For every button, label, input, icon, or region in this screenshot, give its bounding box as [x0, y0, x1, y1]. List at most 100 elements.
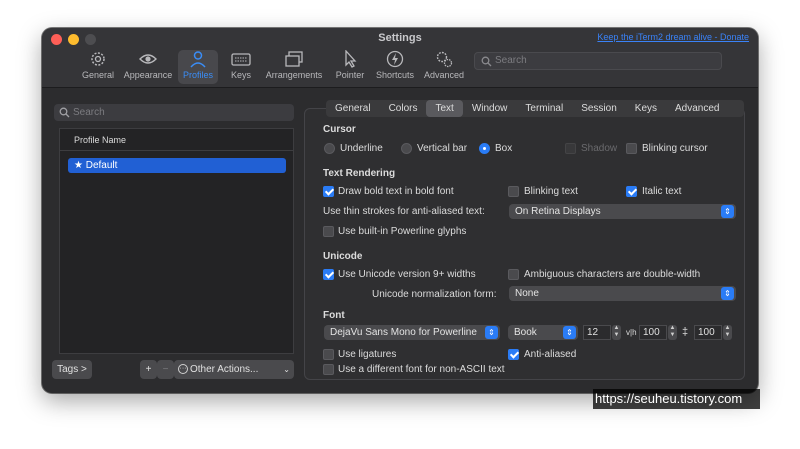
- normalization-value: None: [515, 288, 539, 299]
- italic-text-checkbox[interactable]: [626, 186, 637, 197]
- powerline-checkbox[interactable]: [323, 226, 334, 237]
- toolbar-appearance[interactable]: Appearance: [122, 50, 174, 84]
- add-profile-button[interactable]: +: [140, 360, 157, 379]
- eye-icon: [139, 54, 157, 64]
- toolbar-pointer[interactable]: Pointer: [332, 50, 368, 84]
- normalization-select[interactable]: None ⇕: [509, 286, 736, 301]
- thin-strokes-value: On Retina Displays: [515, 206, 601, 217]
- tab-window[interactable]: Window: [463, 100, 517, 117]
- non-ascii-font-label: Use a different font for non-ASCII text: [338, 364, 505, 375]
- vertical-spacing-input[interactable]: 100: [694, 325, 722, 340]
- box-radio[interactable]: [479, 143, 490, 154]
- toolbar-general[interactable]: General: [80, 50, 116, 84]
- font-weight-select[interactable]: Book ⇕: [508, 325, 578, 340]
- anti-aliased-label: Anti-aliased: [524, 349, 577, 360]
- blinking-cursor-label: Blinking cursor: [642, 143, 708, 154]
- other-actions-label: Other Actions...: [190, 364, 259, 375]
- keyboard-icon: [231, 53, 251, 66]
- blinking-text-checkbox[interactable]: [508, 186, 519, 197]
- tags-button[interactable]: Tags >: [52, 360, 92, 379]
- vertical-bar-radio[interactable]: [401, 143, 412, 154]
- font-family-select[interactable]: DejaVu Sans Mono for Powerline ⇕: [324, 325, 500, 340]
- underline-radio[interactable]: [324, 143, 335, 154]
- anti-aliased-checkbox[interactable]: [508, 349, 519, 360]
- text-rendering-heading: Text Rendering: [323, 168, 396, 179]
- tab-general[interactable]: General: [326, 100, 380, 117]
- updown-chevron-icon: ⇕: [721, 205, 734, 218]
- remove-profile-button[interactable]: −: [157, 360, 174, 379]
- toolbar-arrangements[interactable]: Arrangements: [264, 50, 324, 84]
- vertical-spacing-icon: ‡: [682, 326, 689, 338]
- powerline-label: Use built-in Powerline glyphs: [338, 226, 467, 237]
- font-size-input[interactable]: 12: [583, 325, 611, 340]
- vertical-bar-label: Vertical bar: [417, 143, 468, 154]
- gear-icon: [91, 52, 105, 66]
- profile-search-input[interactable]: Search: [54, 104, 294, 121]
- gears-icon: [436, 51, 453, 68]
- search-icon: [481, 56, 492, 67]
- donate-link[interactable]: Keep the iTerm2 dream alive - Donate: [597, 32, 749, 42]
- search-placeholder: Search: [73, 107, 105, 118]
- tab-terminal[interactable]: Terminal: [516, 100, 572, 117]
- ligatures-checkbox[interactable]: [323, 349, 334, 360]
- underline-label: Underline: [340, 143, 383, 154]
- unicode-9-checkbox[interactable]: [323, 269, 334, 280]
- tab-advanced[interactable]: Advanced: [666, 100, 728, 117]
- bold-font-checkbox[interactable]: [323, 186, 334, 197]
- settings-window: Settings Keep the iTerm2 dream alive - D…: [42, 28, 758, 393]
- tab-colors[interactable]: Colors: [380, 100, 427, 117]
- cursor-heading: Cursor: [323, 124, 356, 135]
- toolbar-label: Profiles: [182, 70, 213, 80]
- profile-name-header[interactable]: Profile Name: [60, 129, 293, 151]
- font-size-stepper[interactable]: ▲ ▼: [612, 325, 621, 340]
- toolbar-profiles[interactable]: Profiles: [178, 50, 218, 84]
- chevron-down-icon: ⌄: [283, 365, 290, 374]
- toolbar-search-input[interactable]: Search: [474, 52, 722, 70]
- toolbar-advanced[interactable]: Advanced: [422, 50, 466, 84]
- thin-strokes-select[interactable]: On Retina Displays ⇕: [509, 204, 736, 219]
- toolbar-label: General: [81, 70, 115, 80]
- tab-session[interactable]: Session: [572, 100, 626, 117]
- box-label: Box: [495, 143, 513, 154]
- toolbar-label: Pointer: [335, 70, 365, 80]
- font-family-value: DejaVu Sans Mono for Powerline: [330, 327, 477, 338]
- profile-list: Profile Name ★ Default: [59, 128, 294, 354]
- updown-chevron-icon: ⇕: [721, 287, 734, 300]
- windows-icon: [285, 51, 303, 67]
- titlebar: Settings Keep the iTerm2 dream alive - D…: [42, 28, 758, 88]
- vertical-spacing-stepper[interactable]: ▲ ▼: [723, 325, 732, 340]
- shadow-checkbox[interactable]: [565, 143, 576, 154]
- profile-tabs: General Colors Text Window Terminal Sess…: [326, 100, 729, 117]
- font-heading: Font: [323, 310, 345, 321]
- other-actions-button[interactable]: ··· Other Actions... ⌄: [174, 360, 294, 379]
- bolt-icon: [386, 50, 404, 68]
- ambiguous-width-checkbox[interactable]: [508, 269, 519, 280]
- tab-text[interactable]: Text: [426, 100, 463, 117]
- tab-keys[interactable]: Keys: [626, 100, 666, 117]
- search-icon: [59, 107, 70, 118]
- profile-row-default[interactable]: ★ Default: [68, 158, 286, 173]
- search-placeholder: Search: [495, 55, 527, 66]
- toolbar-keys[interactable]: Keys: [226, 50, 256, 84]
- non-ascii-font-checkbox[interactable]: [323, 364, 334, 375]
- normalization-label: Unicode normalization form:: [372, 289, 497, 300]
- ambiguous-width-label: Ambiguous characters are double-width: [524, 269, 701, 280]
- font-weight-value: Book: [514, 327, 537, 338]
- thin-strokes-label: Use thin strokes for anti-aliased text:: [323, 206, 485, 217]
- toolbar-label: Shortcuts: [375, 70, 415, 80]
- toolbar-label: Arrangements: [265, 70, 323, 80]
- toolbar-label: Keys: [230, 70, 251, 80]
- unicode-9-label: Use Unicode version 9+ widths: [338, 269, 476, 280]
- horizontal-spacing-stepper[interactable]: ▲ ▼: [668, 325, 677, 340]
- person-icon: [190, 51, 206, 68]
- toolbar-label: Advanced: [423, 70, 465, 80]
- toolbar-shortcuts[interactable]: Shortcuts: [374, 50, 416, 84]
- unicode-heading: Unicode: [323, 251, 363, 262]
- blinking-text-label: Blinking text: [524, 186, 578, 197]
- horizontal-spacing-input[interactable]: 100: [639, 325, 667, 340]
- ellipsis-icon: ···: [178, 364, 188, 374]
- blinking-cursor-checkbox[interactable]: [626, 143, 637, 154]
- updown-chevron-icon: ⇕: [563, 326, 576, 339]
- watermark: https://seuheu.tistory.com: [593, 389, 760, 409]
- cursor-icon: [345, 50, 357, 68]
